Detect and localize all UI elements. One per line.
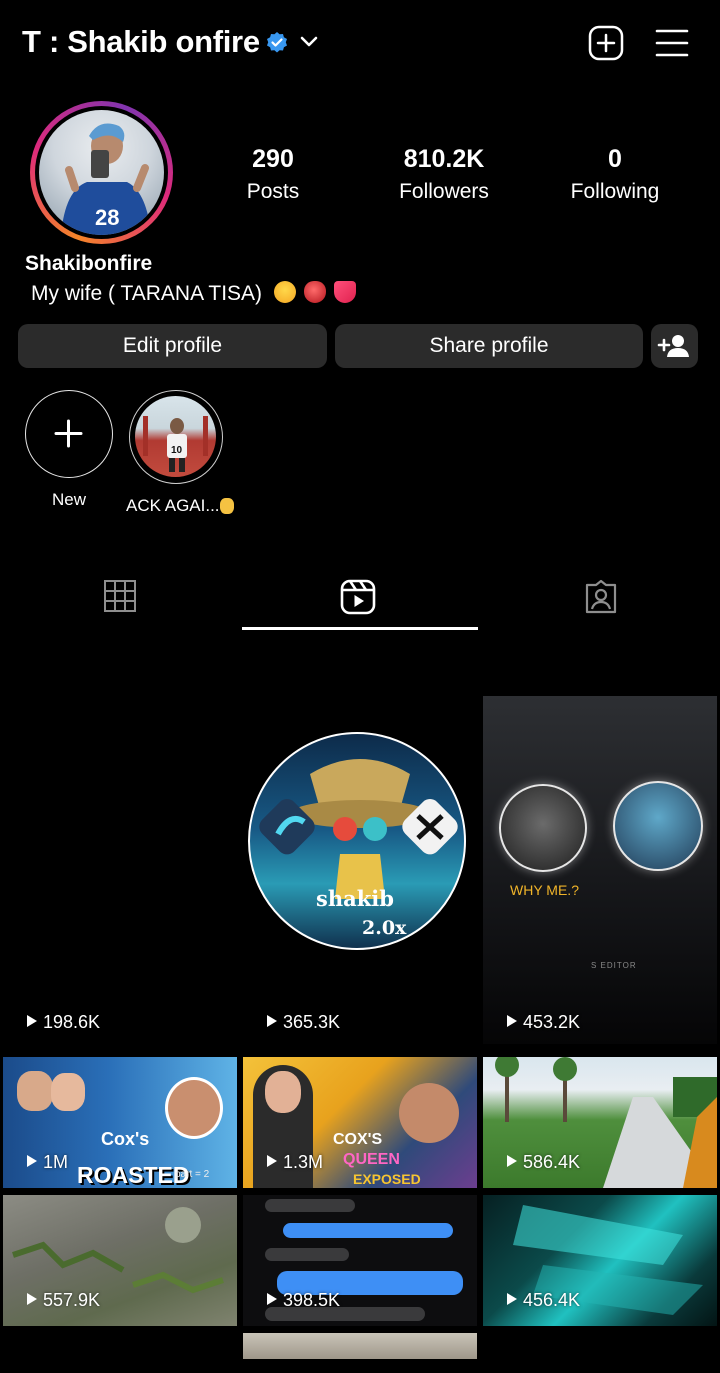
add-person-icon — [657, 335, 689, 357]
following-stat[interactable]: 0 Following — [540, 143, 690, 209]
reel-thumbnail[interactable]: WHY ME.? S EDITOR 453.2K — [483, 696, 717, 1044]
reel-face-left — [265, 1071, 301, 1113]
avatar-image: 28 — [39, 110, 164, 235]
reel-overlay-text: 2.0x — [362, 917, 407, 939]
play-icon — [507, 1293, 517, 1305]
account-username[interactable]: T : Shakib onfire — [22, 24, 260, 60]
highlight-new[interactable]: New — [23, 390, 115, 510]
highlight-label: New — [51, 490, 86, 509]
following-count: 0 — [608, 145, 622, 173]
reel-face-right — [399, 1083, 459, 1143]
grid-icon — [104, 580, 136, 612]
discover-people-button[interactable] — [651, 324, 698, 368]
chat-bubble — [265, 1248, 349, 1261]
play-icon — [267, 1015, 277, 1027]
menu-icon[interactable] — [655, 28, 689, 58]
reel-thumbnail[interactable]: 586.4K — [483, 1057, 717, 1188]
reel-thumbnail[interactable]: 198.6K — [3, 696, 237, 1044]
share-profile-button[interactable]: Share profile — [335, 324, 643, 368]
reel-thumbnail[interactable]: COX'S QUEEN EXPOSED 1.3M — [243, 1057, 477, 1188]
heart-ribbon-icon — [333, 281, 356, 303]
play-icon — [507, 1015, 517, 1027]
play-icon — [27, 1015, 37, 1027]
reel-overlay-text: shakib — [316, 886, 394, 911]
reel-thumbnail[interactable]: Cox's ROASTED part = 2 1M — [3, 1057, 237, 1188]
reel-overlay-text: COX'S — [333, 1131, 383, 1148]
view-count: 1.3M — [267, 1152, 323, 1173]
reel-overlay-text: EXPOSED — [353, 1171, 421, 1187]
anatomical-heart-icon — [303, 281, 326, 303]
bio-text: My wife ( TARANA TISA) — [31, 282, 263, 305]
view-count: 586.4K — [507, 1152, 580, 1173]
active-tab-indicator — [242, 627, 478, 630]
reel-thumbnail[interactable]: 557.9K — [3, 1195, 237, 1326]
highlight-item[interactable]: 10 ACK AGAI... — [126, 390, 234, 516]
plus-icon — [54, 419, 83, 448]
reel-circle-left — [499, 784, 587, 872]
reel-face-mid — [51, 1073, 85, 1111]
reel-caption-text: S EDITOR — [591, 961, 637, 970]
reel-circle-right — [613, 781, 703, 871]
reel-thumbnail[interactable]: 398.5K — [243, 1195, 477, 1326]
followers-stat[interactable]: 810.2K Followers — [369, 143, 519, 209]
reel-overlay-text: ROASTED — [77, 1162, 190, 1188]
view-count: 365.3K — [267, 1012, 340, 1033]
reels-icon — [340, 579, 376, 615]
posts-stat[interactable]: 290 Posts — [198, 143, 348, 209]
play-icon — [27, 1155, 37, 1167]
posts-count: 290 — [252, 145, 294, 173]
chevron-down-icon[interactable] — [298, 31, 320, 53]
reel-face-left — [17, 1071, 53, 1111]
reel-face-right — [165, 1077, 223, 1139]
followers-count: 810.2K — [403, 145, 485, 173]
reel-cover-art: shakib 2.0x — [248, 732, 466, 950]
reel-thumbnail[interactable]: shakib 2.0x 365.3K — [243, 696, 477, 1044]
tagged-icon — [585, 579, 617, 614]
posts-label: Posts — [246, 180, 300, 203]
top-bar: T : Shakib onfire — [0, 0, 720, 88]
play-icon — [267, 1293, 277, 1305]
chat-bubble — [283, 1223, 453, 1238]
reel-overlay-text: part = 2 — [175, 1169, 210, 1180]
thinking-face-icon — [219, 498, 234, 514]
view-count: 456.4K — [507, 1290, 580, 1311]
reel-overlay-text: Cox's — [101, 1129, 150, 1149]
add-post-icon[interactable] — [588, 25, 624, 61]
view-count: 557.9K — [27, 1290, 100, 1311]
view-count: 398.5K — [267, 1290, 340, 1311]
edit-profile-button[interactable]: Edit profile — [18, 324, 327, 368]
play-icon — [507, 1155, 517, 1167]
bio: My wife ( TARANA TISA) — [31, 281, 356, 306]
followers-label: Followers — [399, 180, 489, 203]
display-name: Shakibonfire — [25, 252, 153, 275]
view-count: 453.2K — [507, 1012, 580, 1033]
view-count: 198.6K — [27, 1012, 100, 1033]
tab-reels[interactable] — [240, 575, 480, 625]
reel-thumbnail[interactable]: 456.4K — [483, 1195, 717, 1326]
svg-text:28: 28 — [95, 205, 119, 230]
verified-badge-icon — [267, 32, 287, 53]
following-label: Following — [570, 180, 660, 203]
new-highlight-circle — [25, 390, 113, 478]
highlight-circle: 10 — [129, 390, 223, 484]
highlight-label: ACK AGAI... — [126, 496, 234, 516]
reel-thumbnail[interactable] — [243, 1333, 477, 1359]
reel-overlay-text: WHY ME.? — [510, 882, 579, 898]
chat-bubble — [265, 1199, 355, 1212]
svg-text:10: 10 — [171, 445, 183, 456]
tab-tagged[interactable] — [480, 575, 720, 625]
view-count: 1M — [27, 1152, 68, 1173]
play-icon — [267, 1155, 277, 1167]
highlight-thumbnail: 10 — [135, 396, 216, 477]
play-icon — [27, 1293, 37, 1305]
reel-overlay-text: QUEEN — [343, 1151, 400, 1168]
tab-grid[interactable] — [0, 575, 240, 625]
smiling-face-icon — [273, 281, 296, 303]
profile-avatar[interactable]: 28 — [30, 101, 173, 244]
